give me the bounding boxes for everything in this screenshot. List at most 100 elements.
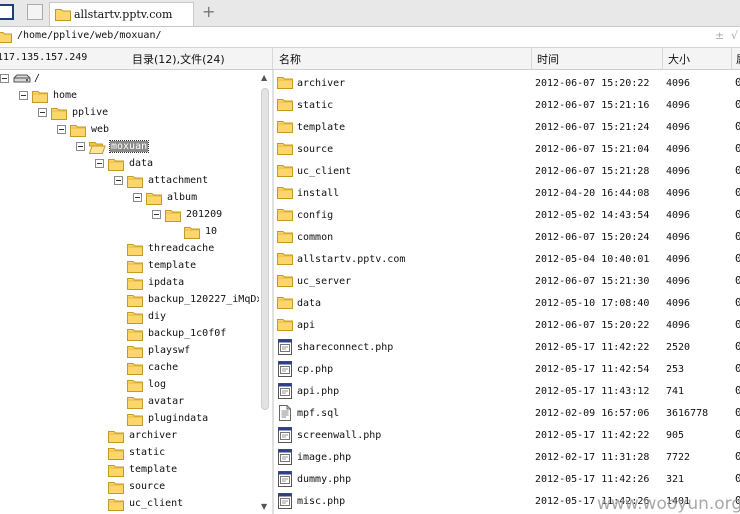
- column-size[interactable]: 大小: [668, 51, 690, 67]
- file-time: 2012-06-07 15:21:04: [535, 144, 650, 155]
- tab-label: allstartv.pptv.com: [74, 8, 173, 21]
- collapse-toggle[interactable]: [57, 125, 66, 134]
- folder-row[interactable]: api 2012-06-07 15:20:22 4096 0: [274, 314, 740, 336]
- host-address: 117.135.157.249: [0, 52, 88, 63]
- file-size: 4096: [666, 276, 691, 287]
- collapse-toggle[interactable]: [38, 108, 47, 117]
- folder-icon: [108, 431, 124, 443]
- folder-row[interactable]: data 2012-05-10 17:08:40 4096 0: [274, 292, 740, 314]
- file-name: source: [297, 144, 334, 155]
- plus-minus-button[interactable]: ±: [715, 29, 724, 42]
- collapse-toggle[interactable]: [95, 159, 104, 168]
- scroll-up-arrow-icon[interactable]: ▲: [261, 73, 267, 82]
- tree-node-label: static: [129, 447, 166, 458]
- php-file-icon: [278, 493, 292, 509]
- file-size: 3616778: [666, 408, 709, 419]
- file-name: shareconnect.php: [297, 342, 394, 353]
- folder-row[interactable]: static 2012-06-07 15:21:16 4096 0: [274, 94, 740, 116]
- file-time: 2012-06-07 15:20:24: [535, 232, 650, 243]
- folder-row[interactable]: source 2012-06-07 15:21:04 4096 0: [274, 138, 740, 160]
- folder-icon: [277, 165, 293, 177]
- folder-icon: [127, 414, 143, 426]
- file-time: 2012-05-17 11:42:22: [535, 342, 650, 353]
- file-time: 2012-04-20 16:44:08: [535, 188, 650, 199]
- file-time: 2012-05-04 10:40:01: [535, 254, 650, 265]
- file-row[interactable]: api.php 2012-05-17 11:43:12 741 0: [274, 380, 740, 402]
- tree-node-label: avatar: [148, 396, 185, 407]
- check-button[interactable]: √: [731, 29, 738, 42]
- file-name: allstartv.pptv.com: [297, 254, 406, 265]
- file-row[interactable]: cp.php 2012-05-17 11:42:54 253 0: [274, 358, 740, 380]
- blank-tab[interactable]: [27, 4, 43, 20]
- file-attr: 0: [735, 208, 740, 221]
- folder-row[interactable]: common 2012-06-07 15:20:24 4096 0: [274, 226, 740, 248]
- path-input[interactable]: /home/pplive/web/moxuan/: [17, 30, 162, 41]
- scroll-thumb[interactable]: [261, 88, 269, 410]
- file-size: 4096: [666, 122, 691, 133]
- folder-icon: [51, 108, 67, 120]
- drive-icon: [13, 74, 31, 83]
- file-size: 4096: [666, 188, 691, 199]
- folder-row[interactable]: uc_server 2012-06-07 15:21:30 4096 0: [274, 270, 740, 292]
- tree-scrollbar[interactable]: ▲ ▼: [259, 70, 272, 514]
- folder-row[interactable]: archiver 2012-06-07 15:20:22 4096 0: [274, 72, 740, 94]
- tree-node-label: album: [167, 192, 198, 203]
- file-name: misc.php: [297, 496, 346, 507]
- tree-node-label: uc_client: [129, 498, 184, 509]
- collapse-toggle[interactable]: [0, 74, 9, 83]
- collapse-toggle[interactable]: [133, 193, 142, 202]
- file-time: 2012-06-07 15:21:28: [535, 166, 650, 177]
- file-time: 2012-05-17 11:42:54: [535, 364, 650, 375]
- dir-file-summary: 目录(12),文件(24): [132, 53, 225, 66]
- file-row[interactable]: mpf.sql 2012-02-09 16:57:06 3616778 0: [274, 402, 740, 424]
- file-size: 7722: [666, 452, 691, 463]
- scroll-down-arrow-icon[interactable]: ▼: [261, 502, 267, 511]
- collapse-toggle[interactable]: [76, 142, 85, 151]
- folder-icon: [277, 253, 293, 265]
- text-file-icon: [279, 405, 291, 421]
- file-name: archiver: [297, 78, 346, 89]
- folder-row[interactable]: allstartv.pptv.com 2012-05-04 10:40:01 409…: [274, 248, 740, 270]
- column-attr[interactable]: 属: [736, 51, 740, 67]
- collapse-toggle[interactable]: [152, 210, 161, 219]
- file-row[interactable]: screenwall.php 2012-05-17 11:42:22 905 0: [274, 424, 740, 446]
- folder-icon: [127, 278, 143, 290]
- folder-icon: [127, 363, 143, 375]
- tree-node-label: /: [34, 73, 41, 84]
- file-time: 2012-06-07 15:20:22: [535, 320, 650, 331]
- file-time: 2012-06-07 15:21:16: [535, 100, 650, 111]
- collapse-toggle[interactable]: [114, 176, 123, 185]
- file-name: data: [297, 298, 322, 309]
- folder-row[interactable]: install 2012-04-20 16:44:08 4096 0: [274, 182, 740, 204]
- file-time: 2012-05-17 11:43:12: [535, 386, 650, 397]
- php-file-icon: [278, 339, 292, 355]
- file-name: common: [297, 232, 334, 243]
- file-attr: 0: [735, 406, 740, 419]
- tree-node-label: web: [91, 124, 110, 135]
- tab-allstartv[interactable]: allstartv.pptv.com: [49, 2, 194, 26]
- tree-node-label: backup_1c0f0f: [148, 328, 227, 339]
- folder-icon: [277, 275, 293, 287]
- file-time: 2012-06-07 15:21:24: [535, 122, 650, 133]
- column-name[interactable]: 名称: [279, 51, 301, 67]
- file-row[interactable]: image.php 2012-02-17 11:31:28 7722 0: [274, 446, 740, 468]
- file-row[interactable]: dummy.php 2012-05-17 11:42:26 321 0: [274, 468, 740, 490]
- file-size: 253: [666, 364, 685, 375]
- file-size: 4096: [666, 320, 691, 331]
- folder-row[interactable]: config 2012-05-02 14:43:54 4096 0: [274, 204, 740, 226]
- file-size: 4096: [666, 254, 691, 265]
- file-attr: 0: [735, 362, 740, 375]
- folder-icon: [108, 482, 124, 494]
- folder-row[interactable]: uc_client 2012-06-07 15:21:28 4096 0: [274, 160, 740, 182]
- folder-icon: [127, 329, 143, 341]
- column-time[interactable]: 时间: [537, 51, 559, 67]
- file-size: 4096: [666, 298, 691, 309]
- collapse-toggle[interactable]: [19, 91, 28, 100]
- file-attr: 0: [735, 98, 740, 111]
- new-tab-button[interactable]: +: [202, 2, 215, 21]
- folder-row[interactable]: template 2012-06-07 15:21:24 4096 0: [274, 116, 740, 138]
- window-icon[interactable]: [0, 4, 14, 20]
- php-file-icon: [278, 361, 292, 377]
- file-row[interactable]: shareconnect.php 2012-05-17 11:42:22 2520 0: [274, 336, 740, 358]
- folder-icon: [277, 209, 293, 221]
